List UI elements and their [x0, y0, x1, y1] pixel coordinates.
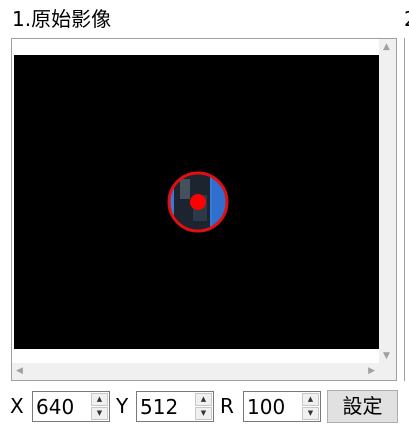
- next-panel-title-fragment: 2: [404, 6, 409, 32]
- marker-dot: [190, 194, 206, 210]
- y-down-arrow-icon[interactable]: ▼: [195, 407, 212, 420]
- x-up-arrow-icon[interactable]: ▲: [91, 393, 108, 406]
- circle-controls: X ▲ ▼ Y ▲ ▼ R ▲ ▼ 設定: [0, 389, 409, 425]
- scroll-up-arrow-icon[interactable]: ▲: [383, 42, 390, 52]
- y-spinner[interactable]: ▲ ▼: [136, 391, 214, 422]
- image-content: [167, 171, 229, 233]
- scroll-right-arrow-icon[interactable]: ▶: [368, 366, 375, 376]
- scrollbar-corner: [379, 363, 396, 380]
- original-image-canvas: [14, 55, 380, 349]
- scroll-left-arrow-icon[interactable]: ◀: [16, 366, 23, 376]
- adjacent-panel-edge: [404, 38, 409, 381]
- x-input[interactable]: [33, 392, 91, 421]
- y-label: Y: [116, 394, 129, 418]
- y-up-arrow-icon[interactable]: ▲: [195, 393, 212, 406]
- image-viewer[interactable]: ▲ ▼ ◀ ▶: [11, 38, 397, 381]
- horizontal-scrollbar[interactable]: ◀ ▶: [12, 363, 379, 380]
- vertical-scrollbar[interactable]: ▲ ▼: [379, 39, 396, 364]
- r-input[interactable]: [244, 392, 302, 421]
- set-button[interactable]: 設定: [327, 390, 398, 423]
- r-label: R: [220, 394, 234, 418]
- r-down-arrow-icon[interactable]: ▼: [302, 407, 319, 420]
- scroll-down-arrow-icon[interactable]: ▼: [383, 351, 390, 361]
- panel-title: 1.原始影像: [12, 7, 112, 31]
- r-up-arrow-icon[interactable]: ▲: [302, 393, 319, 406]
- x-spinner[interactable]: ▲ ▼: [32, 391, 110, 422]
- r-spinner[interactable]: ▲ ▼: [243, 391, 321, 422]
- y-input[interactable]: [137, 392, 195, 421]
- x-label: X: [10, 394, 24, 418]
- x-down-arrow-icon[interactable]: ▼: [91, 407, 108, 420]
